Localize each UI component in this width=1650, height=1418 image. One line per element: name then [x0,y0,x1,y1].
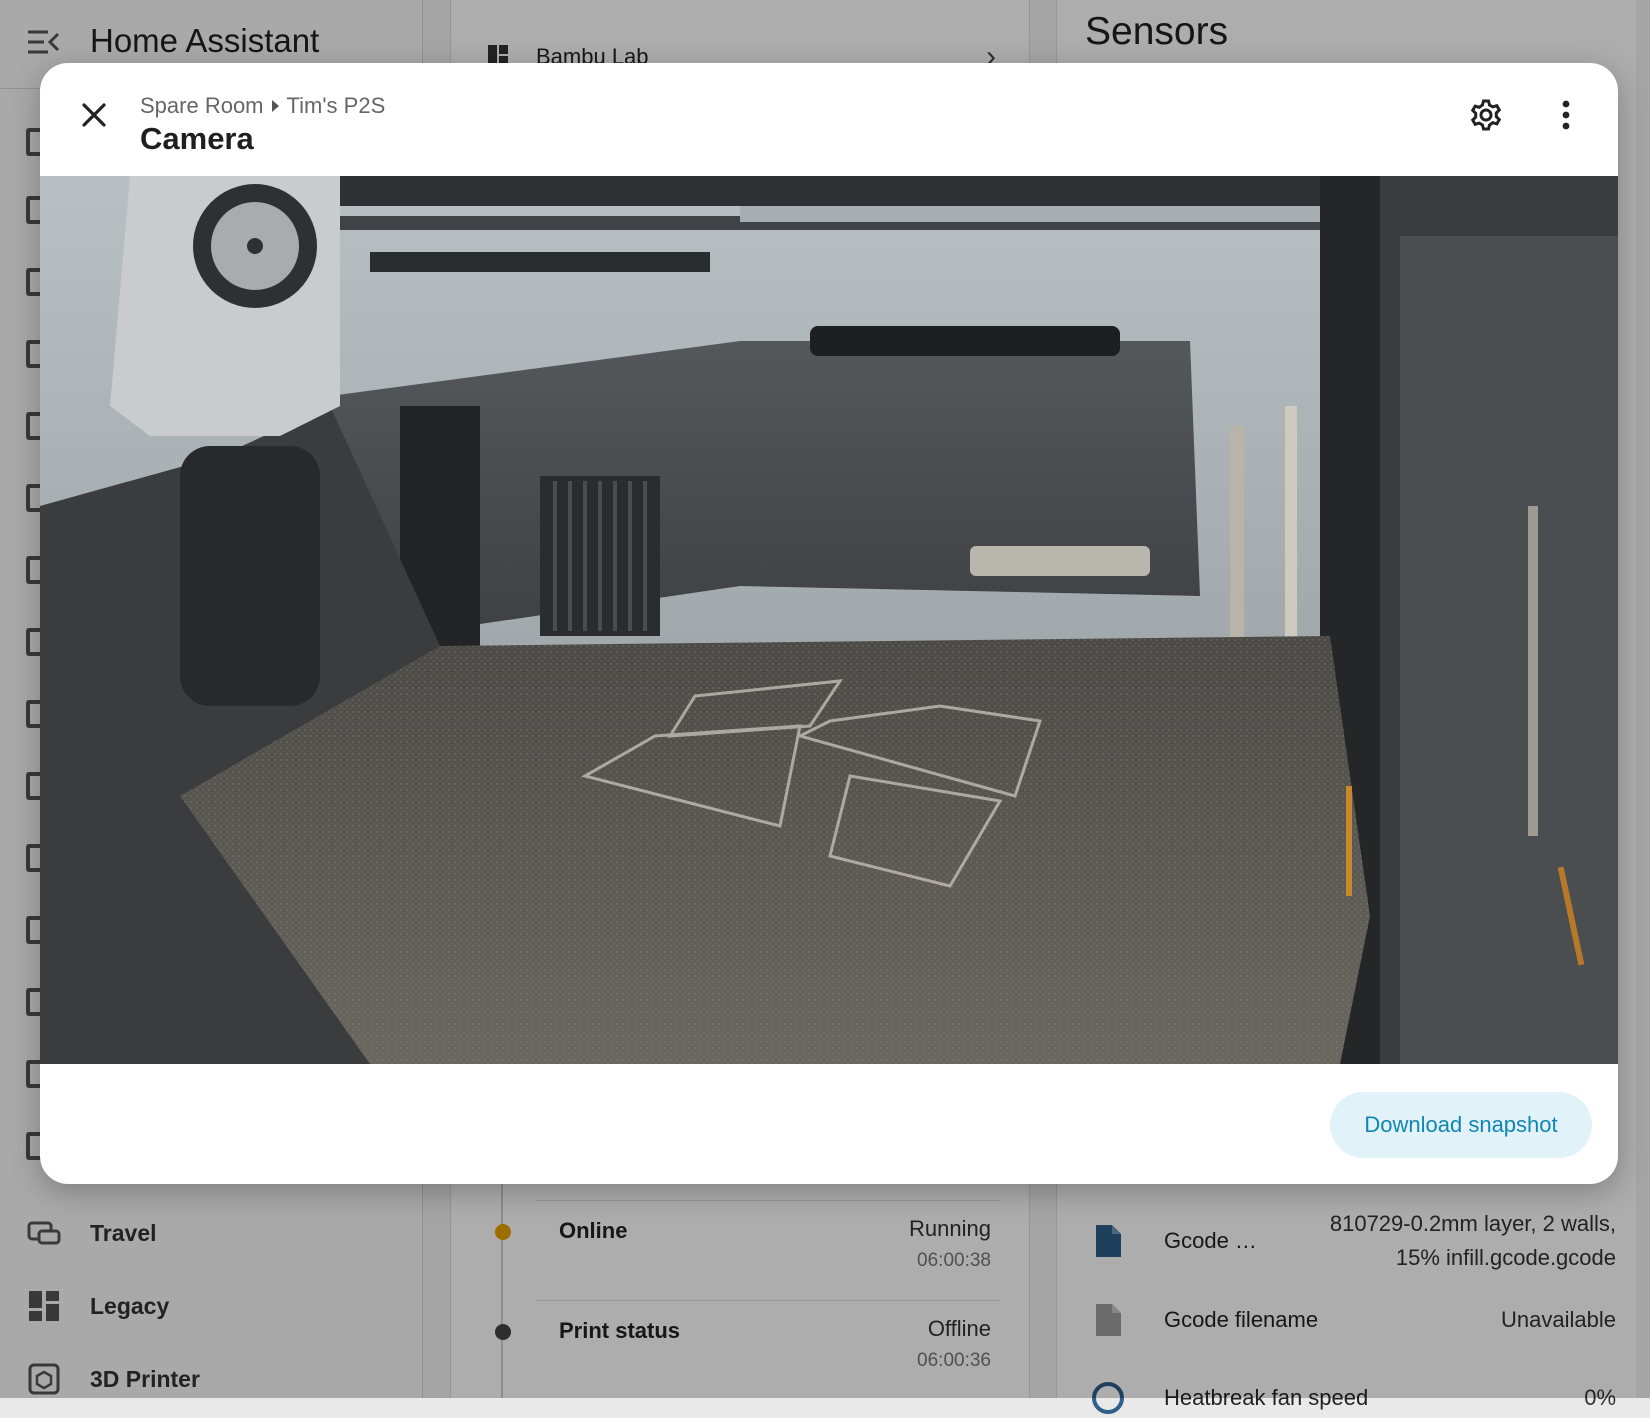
breadcrumb-area[interactable]: Spare Room [140,93,264,119]
close-icon [81,102,107,133]
close-button[interactable] [68,91,120,143]
more-options-button[interactable] [1540,91,1592,143]
more-vert-icon [1561,100,1571,135]
breadcrumb: Spare Room Tim's P2S [140,93,385,119]
camera-image [40,176,1618,1064]
breadcrumb-separator-icon [271,100,279,112]
settings-button[interactable] [1460,91,1512,143]
dialog-title: Camera [140,121,254,156]
camera-dialog: Spare Room Tim's P2S Camera Download sna… [40,63,1618,1184]
camera-stream[interactable] [40,176,1618,1064]
breadcrumb-device[interactable]: Tim's P2S [287,93,386,119]
gear-icon [1469,98,1503,137]
download-snapshot-button[interactable]: Download snapshot [1330,1092,1592,1158]
